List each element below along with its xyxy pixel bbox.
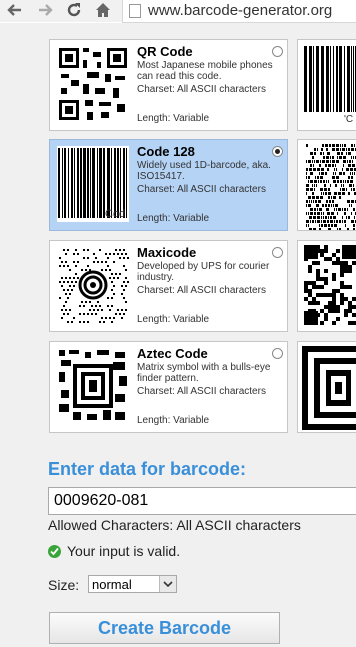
home-icon[interactable]	[94, 1, 112, 19]
maxicode-thumbnail	[57, 247, 129, 323]
forward-arrow-icon[interactable]	[36, 1, 54, 19]
radio-code-128[interactable]	[272, 146, 283, 157]
url-text[interactable]: www.barcode-generator.org	[148, 2, 332, 19]
barcode-charset: Charset: All ASCII characters	[137, 184, 266, 195]
page-margin	[0, 23, 31, 647]
barcode-length: Length: Variable	[137, 213, 210, 224]
barcode-option-partial[interactable]	[297, 240, 356, 332]
barcode-description: Widely used 1D-barcode, aka. ISO15417.	[137, 160, 271, 182]
barcode-description: Matrix symbol with a bulls-eye finder pa…	[137, 362, 271, 384]
address-bar[interactable]: www.barcode-generator.org	[122, 0, 356, 23]
barcode-option-qr-code[interactable]: QR Code Most Japanese mobile phones can …	[49, 39, 288, 131]
check-icon	[48, 545, 61, 558]
barcode-option-code-128[interactable]: Cod Code 128 Widely used 1D-barcode, aka…	[49, 139, 288, 231]
barcode-charset: Charset: All ASCII characters	[137, 386, 266, 397]
barcode-data-input[interactable]	[48, 487, 356, 515]
barcode-title: Code 128	[137, 144, 195, 159]
page-icon	[129, 4, 141, 18]
back-arrow-icon[interactable]	[6, 1, 24, 19]
aztec-code-thumbnail	[57, 348, 129, 424]
size-select[interactable]: normal	[88, 575, 177, 593]
barcode-option-partial[interactable]: 'C	[297, 39, 356, 131]
size-selected-value: normal	[92, 577, 132, 592]
barcode-option-partial[interactable]	[297, 139, 356, 231]
chevron-down-icon[interactable]	[159, 576, 176, 592]
validation-message: Your input is valid.	[48, 543, 180, 559]
barcode-description: Most Japanese mobile phones can read thi…	[137, 60, 273, 82]
code-128-thumbnail: Cod	[57, 146, 129, 222]
radio-aztec-code[interactable]	[272, 348, 283, 359]
barcode-title: QR Code	[137, 44, 193, 59]
main-content: QR Code Most Japanese mobile phones can …	[31, 23, 356, 647]
allowed-characters-text: Allowed Characters: All ASCII characters	[48, 517, 301, 533]
barcode-description: Developed by UPS for courier industry.	[137, 261, 270, 283]
thumbnail-caption: Cod	[105, 208, 126, 220]
radio-maxicode[interactable]	[272, 247, 283, 258]
barcode-option-maxicode[interactable]: Maxicode Developed by UPS for courier in…	[49, 240, 288, 332]
barcode-option-partial[interactable]	[297, 341, 356, 433]
radio-qr-code[interactable]	[272, 46, 283, 57]
barcode-length: Length: Variable	[137, 415, 210, 426]
validation-text: Your input is valid.	[67, 543, 181, 559]
barcode-charset: Charset: All ASCII characters	[137, 285, 266, 296]
reload-icon[interactable]	[65, 1, 83, 19]
barcode-option-aztec-code[interactable]: Aztec Code Matrix symbol with a bulls-ey…	[49, 341, 288, 433]
create-barcode-button[interactable]: Create Barcode	[49, 612, 280, 644]
barcode-length: Length: Variable	[137, 113, 210, 124]
browser-toolbar: www.barcode-generator.org	[0, 0, 356, 23]
qr-code-thumbnail	[57, 46, 129, 122]
barcode-charset: Charset: All ASCII characters	[137, 84, 266, 95]
form-heading: Enter data for barcode:	[48, 459, 247, 479]
barcode-length: Length: Variable	[137, 314, 210, 325]
size-label: Size:	[48, 577, 80, 593]
thumbnail-caption: 'C	[344, 114, 354, 125]
barcode-title: Maxicode	[137, 245, 197, 260]
barcode-title: Aztec Code	[137, 346, 208, 361]
